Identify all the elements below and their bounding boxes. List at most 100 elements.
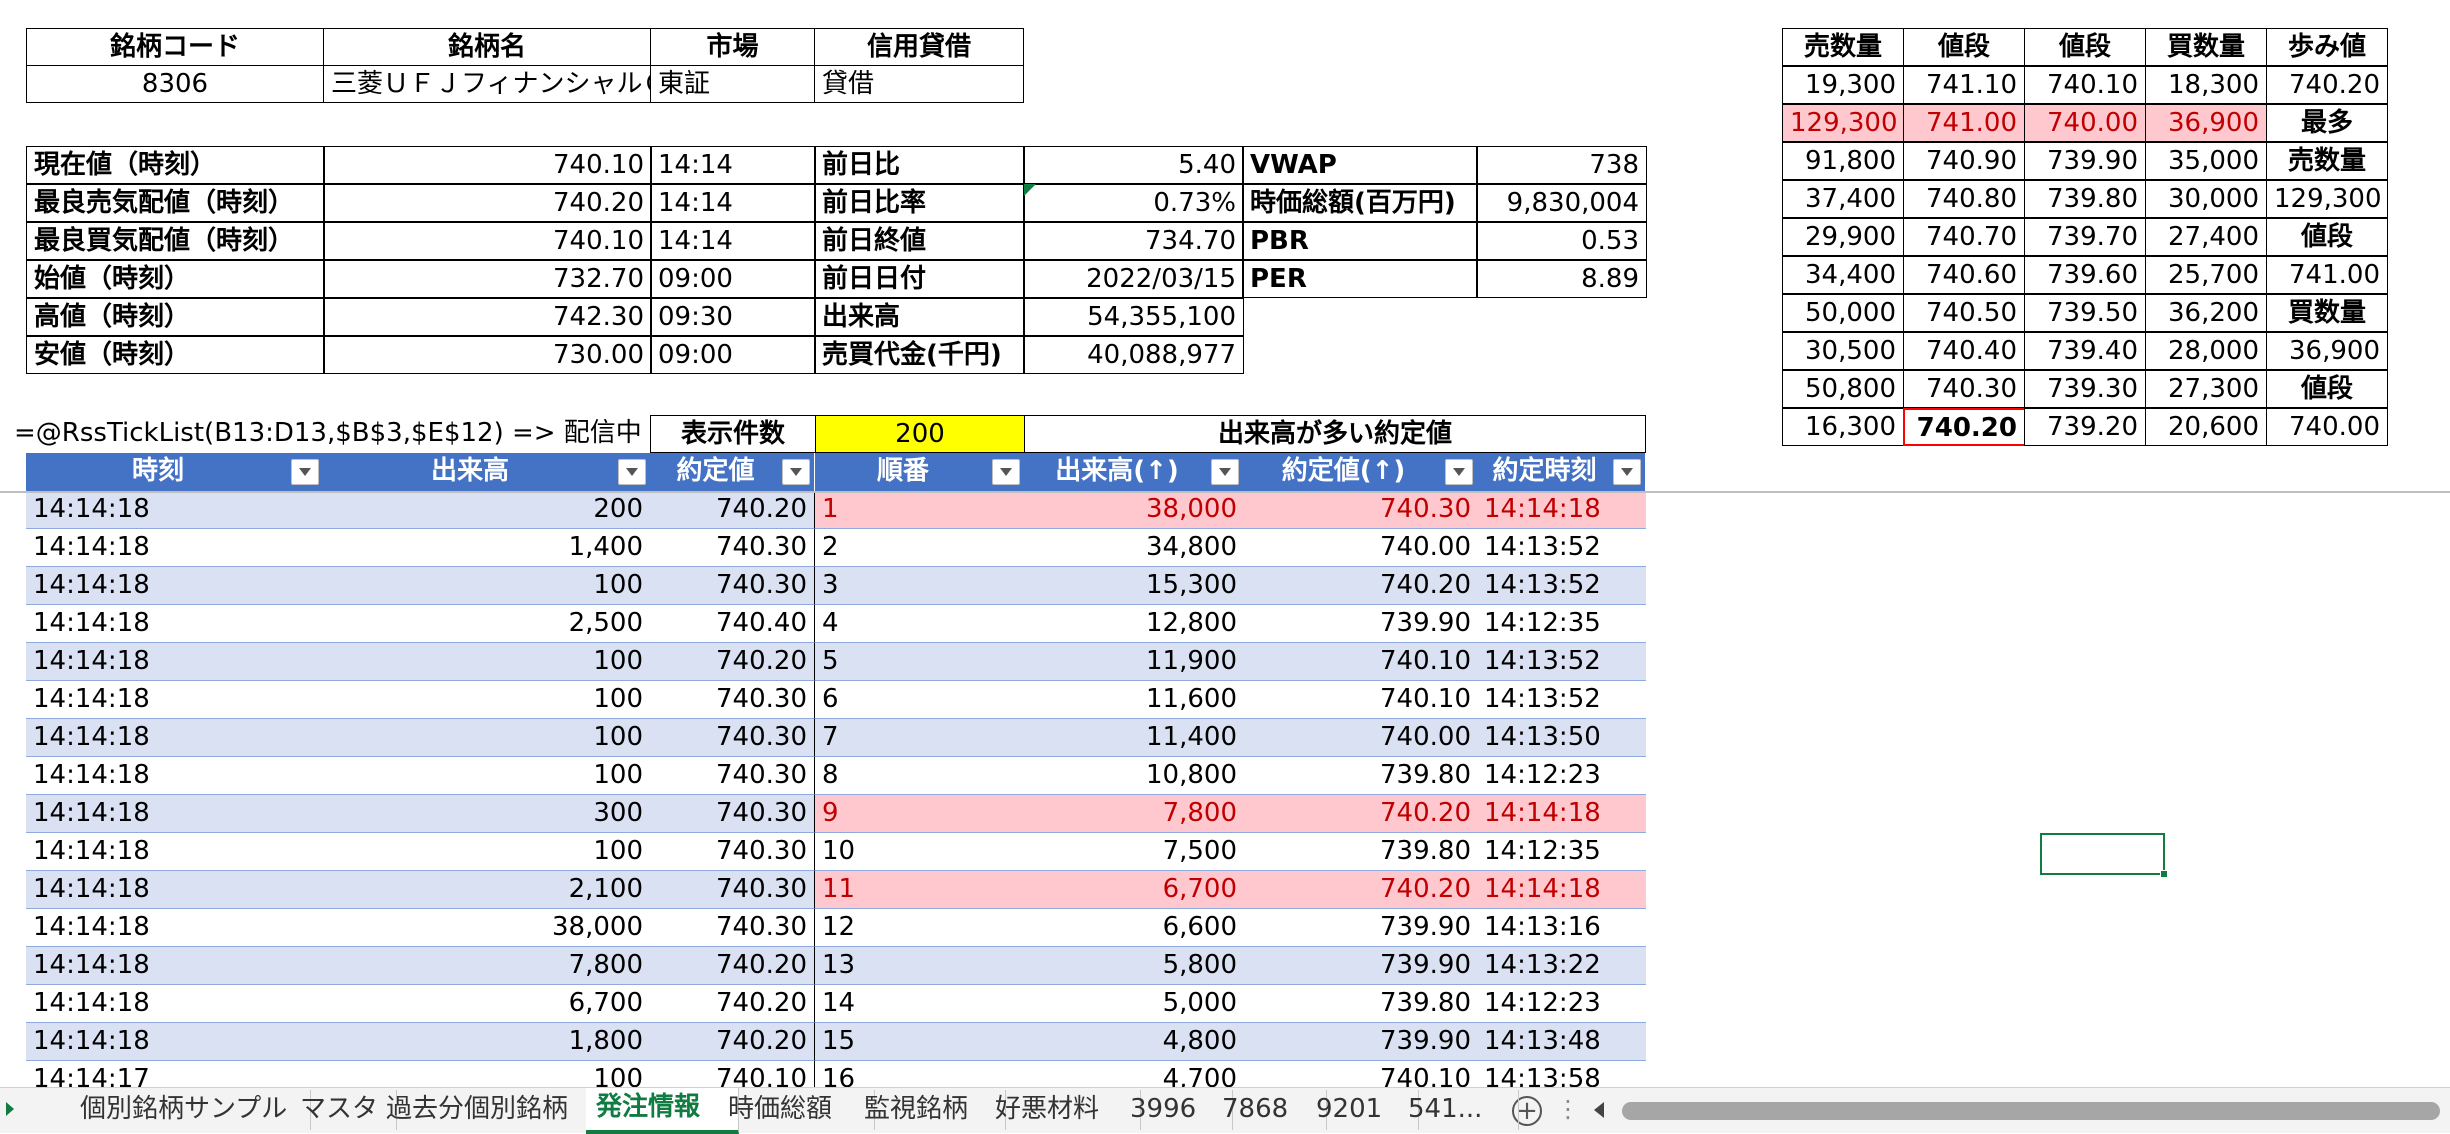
tick-cell[interactable]: 2,500 <box>323 605 651 643</box>
quote-value[interactable]: 740.10 <box>323 146 652 184</box>
rank-cell[interactable]: 14:13:48 <box>1477 1023 1646 1061</box>
display-count-label[interactable]: 表示件数 <box>650 415 816 453</box>
rank-cell[interactable]: 14:13:52 <box>1477 643 1646 681</box>
board-cell[interactable]: 36,200 <box>2145 294 2267 332</box>
tick-cell[interactable]: 100 <box>323 643 651 681</box>
quote-label-2[interactable]: 前日比率 <box>814 184 1025 222</box>
rank-cell[interactable]: 14 <box>815 985 1025 1023</box>
tick-cell[interactable]: 740.20 <box>650 643 815 681</box>
board-cell[interactable]: 37,400 <box>1782 180 1904 218</box>
board-cell[interactable]: 91,800 <box>1782 142 1904 180</box>
tick-cell[interactable]: 14:14:18 <box>26 985 324 1023</box>
top-volume-title[interactable]: 出来高が多い約定値 <box>1024 415 1646 453</box>
rank-cell[interactable]: 6,700 <box>1024 871 1244 909</box>
tick-cell[interactable]: 14:14:18 <box>26 681 324 719</box>
tick-cell[interactable]: 740.30 <box>650 719 815 757</box>
board-cell[interactable]: 36,900 <box>2145 104 2267 142</box>
quote-time[interactable]: 09:00 <box>650 260 816 298</box>
tick-cell[interactable]: 300 <box>323 795 651 833</box>
rank-cell[interactable]: 740.30 <box>1243 491 1478 529</box>
tick-cell[interactable]: 200 <box>323 491 651 529</box>
formula-cell[interactable]: =@RssTickList(B13:D13,$B$3,$E$12) => 配信中 <box>10 415 650 453</box>
tick-cell[interactable]: 740.20 <box>650 985 815 1023</box>
rank-cell[interactable]: 3 <box>815 567 1025 605</box>
margin-cell[interactable]: 貸借 <box>814 65 1024 103</box>
rank-cell[interactable]: 7 <box>815 719 1025 757</box>
sheet-tab[interactable]: 過去分個別銘柄 <box>376 1090 607 1130</box>
rank-cell[interactable]: 14:14:18 <box>1477 871 1646 909</box>
tick-cell[interactable]: 14:14:18 <box>26 947 324 985</box>
tick-cell[interactable]: 14:14:17 <box>26 1061 324 1089</box>
rank-cell[interactable]: 11,600 <box>1024 681 1244 719</box>
tick-cell[interactable]: 14:14:18 <box>26 909 324 947</box>
rank-header-volume[interactable]: 出来高(↑) <box>1024 453 1244 491</box>
filter-dropdown-icon[interactable] <box>1613 459 1641 485</box>
tick-cell[interactable]: 100 <box>323 757 651 795</box>
rank-cell[interactable]: 739.80 <box>1243 985 1478 1023</box>
tick-cell[interactable]: 740.30 <box>650 871 815 909</box>
scroll-tabs-right-icon[interactable] <box>2 1098 16 1122</box>
quote-value[interactable]: 730.00 <box>323 336 652 374</box>
rank-cell[interactable]: 2 <box>815 529 1025 567</box>
rank-cell[interactable]: 14:12:23 <box>1477 985 1646 1023</box>
filter-dropdown-icon[interactable] <box>1211 459 1239 485</box>
board-cell[interactable]: 739.20 <box>2024 408 2146 446</box>
board-cell[interactable]: 740.70 <box>1903 218 2025 256</box>
quote-label-3[interactable]: PBR <box>1242 222 1478 260</box>
market-cell[interactable]: 東証 <box>650 65 815 103</box>
quote-label-2[interactable]: 売買代金(千円) <box>814 336 1025 374</box>
rank-cell[interactable]: 14:13:22 <box>1477 947 1646 985</box>
fill-handle[interactable] <box>2160 870 2168 878</box>
rank-cell[interactable]: 5,800 <box>1024 947 1244 985</box>
quote-time[interactable]: 14:14 <box>650 222 816 260</box>
rank-cell[interactable]: 15,300 <box>1024 567 1244 605</box>
board-cell[interactable]: 36,900 <box>2266 332 2388 370</box>
tick-cell[interactable]: 2,100 <box>323 871 651 909</box>
tick-cell[interactable]: 740.30 <box>650 529 815 567</box>
board-cell[interactable]: 741.10 <box>1903 66 2025 104</box>
quote-value[interactable]: 732.70 <box>323 260 652 298</box>
board-cell[interactable]: 739.60 <box>2024 256 2146 294</box>
stock-code-cell[interactable]: 8306 <box>26 65 324 103</box>
tick-cell[interactable]: 740.20 <box>650 491 815 529</box>
board-cell[interactable]: 29,900 <box>1782 218 1904 256</box>
tick-cell[interactable]: 14:14:18 <box>26 529 324 567</box>
tick-cell[interactable]: 14:14:18 <box>26 643 324 681</box>
tick-cell[interactable]: 740.30 <box>650 757 815 795</box>
rank-cell[interactable]: 14:13:50 <box>1477 719 1646 757</box>
rank-cell[interactable]: 740.20 <box>1243 795 1478 833</box>
board-cell[interactable]: 740.50 <box>1903 294 2025 332</box>
sheet-tab[interactable]: 好悪材料 <box>985 1090 1141 1130</box>
quote-value-2[interactable]: 2022/03/15 <box>1023 260 1244 298</box>
rank-cell[interactable]: 12 <box>815 909 1025 947</box>
quote-value[interactable]: 740.10 <box>323 222 652 260</box>
quote-value-2[interactable]: 0.73% <box>1023 184 1244 222</box>
tick-cell[interactable]: 1,400 <box>323 529 651 567</box>
rank-cell[interactable]: 16 <box>815 1061 1025 1089</box>
rank-cell[interactable]: 6,600 <box>1024 909 1244 947</box>
rank-cell[interactable]: 739.80 <box>1243 833 1478 871</box>
board-cell[interactable]: 19,300 <box>1782 66 1904 104</box>
rank-header-order[interactable]: 順番 <box>815 453 1025 491</box>
tick-header-price[interactable]: 約定値 <box>650 453 815 491</box>
tick-cell[interactable]: 7,800 <box>323 947 651 985</box>
quote-label[interactable]: 高値（時刻） <box>26 298 325 336</box>
board-cell[interactable]: 27,300 <box>2145 370 2267 408</box>
board-cell[interactable]: 740.00 <box>2266 408 2388 446</box>
board-cell[interactable]: 129,300 <box>2266 180 2388 218</box>
tick-cell[interactable]: 740.20 <box>650 947 815 985</box>
rank-cell[interactable]: 34,800 <box>1024 529 1244 567</box>
quote-value-3[interactable]: 9,830,004 <box>1476 184 1647 222</box>
filter-dropdown-icon[interactable] <box>618 459 646 485</box>
board-cell[interactable]: 34,400 <box>1782 256 1904 294</box>
rank-cell[interactable]: 14:13:52 <box>1477 529 1646 567</box>
quote-label[interactable]: 最良売気配値（時刻） <box>26 184 325 222</box>
board-cell[interactable]: 30,000 <box>2145 180 2267 218</box>
tick-cell[interactable]: 14:14:18 <box>26 605 324 643</box>
rank-cell[interactable]: 14:12:35 <box>1477 605 1646 643</box>
rank-cell[interactable]: 14:13:16 <box>1477 909 1646 947</box>
header-margin[interactable]: 信用貸借 <box>814 28 1024 66</box>
board-header-bid-price[interactable]: 値段 <box>2024 28 2146 66</box>
board-cell[interactable]: 739.50 <box>2024 294 2146 332</box>
board-cell[interactable]: 739.30 <box>2024 370 2146 408</box>
